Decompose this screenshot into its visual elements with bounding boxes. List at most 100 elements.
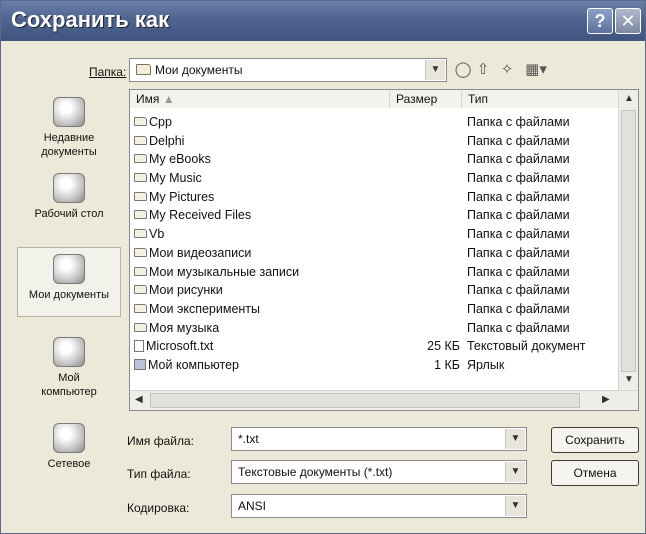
vertical-scrollbar[interactable]: ▲ ▼	[618, 90, 638, 390]
file-name: My Received Files	[149, 208, 252, 223]
file-type: Папка с файлами	[467, 283, 570, 298]
file-size: 25 КБ	[427, 339, 460, 354]
place-my-documents[interactable]: Мои документы	[17, 247, 121, 317]
my-computer-icon	[53, 337, 85, 367]
file-type: Папка с файлами	[467, 245, 570, 260]
sort-ascending-icon: ▲	[162, 92, 175, 106]
folder-icon	[134, 191, 147, 201]
folder-label-text: Папка:	[89, 65, 127, 79]
scroll-up-icon[interactable]: ▲	[624, 93, 634, 104]
encoding-value: ANSI	[238, 499, 267, 513]
file-name: Мои эксперименты	[149, 301, 261, 316]
list-item[interactable]: Мои видеозаписи Папка с файлами	[130, 244, 618, 263]
cancel-button[interactable]: Отмена	[551, 460, 639, 486]
column-type-label: Тип	[468, 92, 489, 106]
new-folder-icon[interactable]: ✧	[497, 60, 517, 78]
folder-icon	[134, 322, 147, 332]
filetype-dropdown[interactable]: Текстовые документы (*.txt) ▼	[231, 460, 527, 484]
file-type: Папка с файлами	[467, 133, 570, 148]
list-item[interactable]: Delphi Папка с файлами	[130, 132, 618, 151]
folder-dropdown[interactable]: Мои документы ▼	[129, 58, 447, 82]
list-item[interactable]: Мой компьютер 1 КБ Ярлык	[130, 356, 618, 375]
places-bar: Недавние документы Рабочий стол Мои доку…	[17, 89, 121, 529]
place-label: Мои документы	[28, 289, 110, 301]
text-document-icon	[134, 340, 144, 353]
column-header-type[interactable]: Тип	[462, 90, 618, 108]
place-label: Мой компьютер	[41, 372, 97, 398]
horizontal-scroll-thumb[interactable]	[150, 393, 580, 408]
file-name: Мои рисунки	[149, 283, 223, 298]
folder-icon	[134, 247, 147, 257]
scroll-down-icon[interactable]: ▼	[624, 374, 634, 385]
folder-icon	[134, 285, 147, 295]
recent-documents-icon	[53, 97, 85, 127]
place-my-computer[interactable]: Мой компьютер	[17, 337, 121, 399]
help-button[interactable]: ?	[587, 8, 613, 34]
my-documents-folder-icon	[136, 64, 151, 75]
list-item[interactable]: My Pictures Папка с файлами	[130, 188, 618, 207]
close-button[interactable]: ✕	[615, 8, 641, 34]
folder-value-text: Мои документы	[155, 63, 243, 77]
file-type: Папка с файлами	[467, 171, 570, 186]
file-type: Текстовый документ	[467, 339, 586, 354]
file-type: Папка с файлами	[467, 152, 570, 167]
list-item[interactable]: My Received Files Папка с файлами	[130, 206, 618, 225]
folder-value: Мои документы	[136, 63, 242, 77]
list-item[interactable]: Cpp Папка с файлами	[130, 113, 618, 132]
chevron-down-icon[interactable]: ▼	[505, 429, 525, 449]
list-item[interactable]: Microsoft.txt 25 КБ Текстовый документ	[130, 337, 618, 356]
file-type: Ярлык	[467, 357, 505, 372]
desktop-icon	[53, 173, 85, 203]
encoding-label: Кодировка:	[127, 501, 190, 515]
folder-icon	[134, 154, 147, 164]
place-label: Недавние документы	[41, 132, 97, 158]
horizontal-scrollbar[interactable]: ◀ ▶	[130, 390, 638, 410]
file-type: Папка с файлами	[467, 264, 570, 279]
dialog-title: Сохранить как	[11, 7, 170, 32]
back-icon[interactable]: ◯	[453, 60, 473, 78]
scroll-left-icon[interactable]: ◀	[135, 394, 143, 405]
file-list[interactable]: Имя ▲ Размер Тип Cpp Папка с файлами Delp…	[129, 89, 639, 411]
file-type: Папка с файлами	[467, 320, 570, 335]
folder-icon	[134, 210, 147, 220]
column-header-name[interactable]: Имя ▲	[130, 90, 390, 108]
list-item[interactable]: Мои музыкальные записи Папка с файлами	[130, 263, 618, 282]
place-recent-documents[interactable]: Недавние документы	[17, 97, 121, 159]
file-type: Папка с файлами	[467, 227, 570, 242]
file-name: Vb	[149, 227, 165, 242]
folder-icon	[134, 117, 147, 126]
save-button[interactable]: Сохранить	[551, 427, 639, 453]
encoding-dropdown[interactable]: ANSI ▼	[231, 494, 527, 518]
filetype-value: Текстовые документы (*.txt)	[238, 465, 393, 479]
file-type: Папка с файлами	[467, 208, 570, 223]
title-bar[interactable]: Сохранить как ? ✕	[1, 1, 645, 41]
list-item[interactable]: Моя музыка Папка с файлами	[130, 319, 618, 338]
filename-label: Имя файла:	[127, 434, 194, 448]
file-size: 1 КБ	[434, 357, 460, 372]
column-name-label: Имя	[136, 92, 160, 106]
file-name: My Pictures	[149, 189, 215, 204]
place-desktop[interactable]: Рабочий стол	[17, 173, 121, 221]
column-size-label: Размер	[396, 92, 438, 106]
file-type: Папка с файлами	[467, 301, 570, 316]
file-name: Моя музыка	[149, 320, 220, 335]
file-type: Папка с файлами	[467, 115, 570, 129]
list-item[interactable]: My eBooks Папка с файлами	[130, 150, 618, 169]
column-header-size[interactable]: Размер	[390, 90, 462, 108]
place-network[interactable]: Сетевое	[17, 423, 121, 471]
folder-icon	[134, 173, 147, 183]
folder-icon	[134, 135, 147, 145]
list-item[interactable]: My Music Папка с файлами	[130, 169, 618, 188]
chevron-down-icon[interactable]: ▼	[505, 496, 525, 516]
chevron-down-icon[interactable]: ▼	[425, 60, 445, 80]
list-item[interactable]: Мои эксперименты Папка с файлами	[130, 300, 618, 319]
vertical-scroll-thumb[interactable]	[621, 110, 636, 372]
list-item[interactable]: Мои рисунки Папка с файлами	[130, 281, 618, 300]
list-item[interactable]: Vb Папка с файлами	[130, 225, 618, 244]
file-name: Мой компьютер	[148, 357, 239, 372]
up-folder-icon[interactable]: ⇧	[473, 60, 493, 78]
chevron-down-icon[interactable]: ▼	[505, 462, 525, 482]
filename-input[interactable]: *.txt ▼	[231, 427, 527, 451]
scroll-right-icon[interactable]: ▶	[602, 394, 610, 405]
view-menu-icon[interactable]: ▦▾	[521, 60, 551, 78]
